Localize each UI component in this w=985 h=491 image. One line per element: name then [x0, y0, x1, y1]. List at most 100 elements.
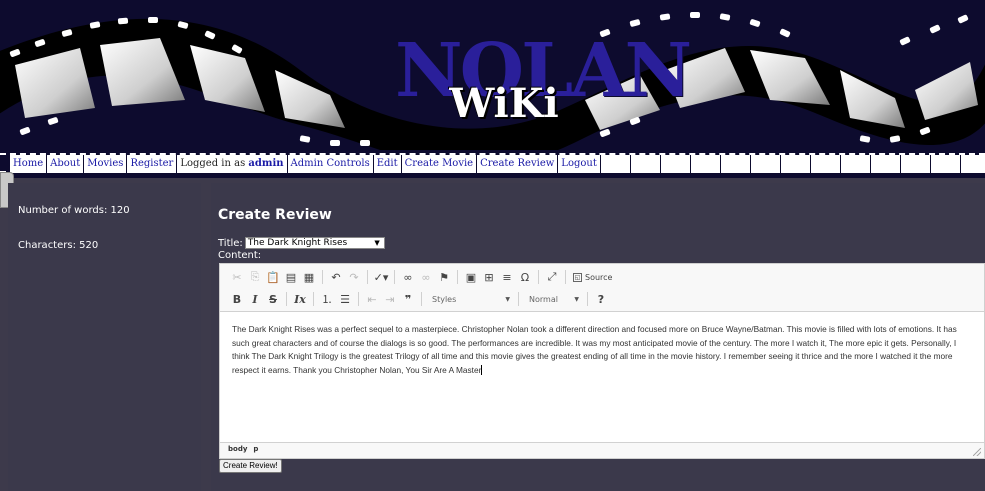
unlink-icon[interactable]: ∞: [417, 268, 435, 286]
nav-film-frame: [810, 155, 841, 173]
copy-icon[interactable]: ⎘: [246, 268, 264, 286]
nav-film-frame: [600, 155, 631, 173]
italic-button[interactable]: I: [246, 290, 264, 308]
nav-admin-controls[interactable]: Admin Controls: [287, 155, 374, 173]
editor-toolbar: ✂ ⎘ 📋 ▤ ▦ ↶ ↷ ✓▾ ∞ ∞ ⚑ ▣ ⊞ ≡ Ω ⤢ ◱ Sourc…: [220, 264, 984, 312]
nav-home[interactable]: Home: [10, 155, 48, 173]
link-icon[interactable]: ∞: [399, 268, 417, 286]
paste-text-icon[interactable]: ▤: [282, 268, 300, 286]
nav-bar: Home About Movies Register Logged in as …: [0, 150, 985, 178]
styles-chevron-down-icon: ▼: [505, 295, 510, 303]
redo-icon[interactable]: ↷: [345, 268, 363, 286]
toolbar-separator: [538, 270, 539, 284]
bold-button[interactable]: B: [228, 290, 246, 308]
help-button[interactable]: ?: [592, 290, 610, 308]
format-dropdown[interactable]: Normal ▼: [523, 292, 583, 306]
main-nav: Home About Movies Register Logged in as …: [10, 155, 985, 173]
nav-create-movie[interactable]: Create Movie: [401, 155, 478, 173]
styles-dropdown-label: Styles: [432, 294, 457, 304]
bulleted-list-icon[interactable]: ☰: [336, 290, 354, 308]
nav-film-frame: [840, 155, 871, 173]
toolbar-separator: [565, 270, 566, 284]
numbered-list-icon[interactable]: ⒈: [318, 290, 336, 308]
create-review-button[interactable]: Create Review!: [219, 459, 282, 473]
toolbar-separator: [358, 292, 359, 306]
format-dropdown-label: Normal: [529, 294, 558, 304]
strikethrough-button[interactable]: S: [264, 290, 282, 308]
logo-subtitle: WiKi: [449, 80, 559, 127]
rich-text-editor: ✂ ⎘ 📋 ▤ ▦ ↶ ↷ ✓▾ ∞ ∞ ⚑ ▣ ⊞ ≡ Ω ⤢ ◱ Sourc…: [219, 263, 985, 459]
toolbar-separator: [286, 292, 287, 306]
nav-film-frame: [720, 155, 751, 173]
format-chevron-down-icon: ▼: [574, 295, 579, 303]
nav-create-review[interactable]: Create Review: [477, 155, 559, 173]
source-icon: ◱: [573, 272, 582, 282]
character-count: Characters: 520: [18, 240, 99, 251]
element-path: body p: [228, 445, 258, 453]
toolbar-separator: [313, 292, 314, 306]
text-cursor: [481, 365, 483, 376]
paste-icon[interactable]: 📋: [264, 268, 282, 286]
nav-film-frame: [780, 155, 811, 173]
path-p[interactable]: p: [253, 445, 258, 453]
path-body[interactable]: body: [228, 445, 247, 453]
review-form-panel: Create Review Title: The Dark Knight Ris…: [211, 183, 985, 491]
toolbar-separator: [587, 292, 588, 306]
toolbar-separator: [421, 292, 422, 306]
nav-film-frame: [630, 155, 661, 173]
page-title: Create Review: [218, 207, 332, 223]
outdent-icon[interactable]: ⇤: [363, 290, 381, 308]
logged-in-username: admin: [248, 158, 284, 169]
undo-icon[interactable]: ↶: [327, 268, 345, 286]
stats-sidebar: Number of words: 120 Characters: 520: [8, 183, 201, 491]
remove-format-icon[interactable]: Ix: [291, 290, 309, 308]
toolbar-row-2: B I S Ix ⒈ ☰ ⇤ ⇥ ❞ Styles ▼ Normal ▼ ?: [228, 289, 610, 309]
editor-statusbar: body p: [220, 442, 984, 458]
styles-dropdown[interactable]: Styles ▼: [426, 292, 514, 306]
toolbar-separator: [518, 292, 519, 306]
nav-edit[interactable]: Edit: [373, 155, 402, 173]
title-label: Title:: [218, 237, 243, 249]
logged-in-status: Logged in as admin: [177, 155, 288, 173]
toolbar-separator: [367, 270, 368, 284]
dropdown-arrow-icon: ▼: [374, 239, 380, 247]
site-logo[interactable]: NOLAN WiKi: [395, 34, 692, 144]
nav-movies[interactable]: Movies: [84, 155, 128, 173]
toolbar-separator: [457, 270, 458, 284]
nav-about[interactable]: About: [47, 155, 85, 173]
nav-film-frame: [960, 155, 985, 173]
spellcheck-icon[interactable]: ✓▾: [372, 268, 390, 286]
review-body-text: The Dark Knight Rises was a perfect sequ…: [232, 324, 957, 375]
source-label: Source: [585, 272, 613, 282]
nav-film-frame: [900, 155, 931, 173]
toolbar-separator: [394, 270, 395, 284]
word-count: Number of words: 120: [18, 205, 130, 216]
title-field-row: Title: The Dark Knight Rises ▼: [218, 237, 385, 249]
image-icon[interactable]: ▣: [462, 268, 480, 286]
nav-film-frame: [750, 155, 781, 173]
source-button[interactable]: ◱ Source: [570, 272, 615, 282]
resize-grip-icon[interactable]: [973, 448, 981, 456]
nav-film-frame: [870, 155, 901, 173]
anchor-icon[interactable]: ⚑: [435, 268, 453, 286]
nav-logout[interactable]: Logout: [558, 155, 601, 173]
blockquote-icon[interactable]: ❞: [399, 290, 417, 308]
nav-film-frame: [690, 155, 721, 173]
cut-icon[interactable]: ✂: [228, 268, 246, 286]
logged-in-prefix: Logged in as: [180, 158, 246, 169]
content-label: Content:: [218, 250, 262, 261]
special-char-icon[interactable]: Ω: [516, 268, 534, 286]
maximize-icon[interactable]: ⤢: [543, 268, 561, 286]
indent-icon[interactable]: ⇥: [381, 290, 399, 308]
nav-film-frame: [930, 155, 961, 173]
movie-title-select[interactable]: The Dark Knight Rises ▼: [244, 237, 385, 249]
toolbar-row-1: ✂ ⎘ 📋 ▤ ▦ ↶ ↷ ✓▾ ∞ ∞ ⚑ ▣ ⊞ ≡ Ω ⤢ ◱ Sourc…: [228, 267, 615, 287]
horizontal-rule-icon[interactable]: ≡: [498, 268, 516, 286]
table-icon[interactable]: ⊞: [480, 268, 498, 286]
movie-title-select-value: The Dark Knight Rises: [247, 238, 348, 248]
paste-word-icon[interactable]: ▦: [300, 268, 318, 286]
toolbar-separator: [322, 270, 323, 284]
site-banner: NOLAN WiKi: [0, 0, 985, 150]
editor-content-area[interactable]: The Dark Knight Rises was a perfect sequ…: [232, 323, 972, 377]
nav-register[interactable]: Register: [127, 155, 178, 173]
